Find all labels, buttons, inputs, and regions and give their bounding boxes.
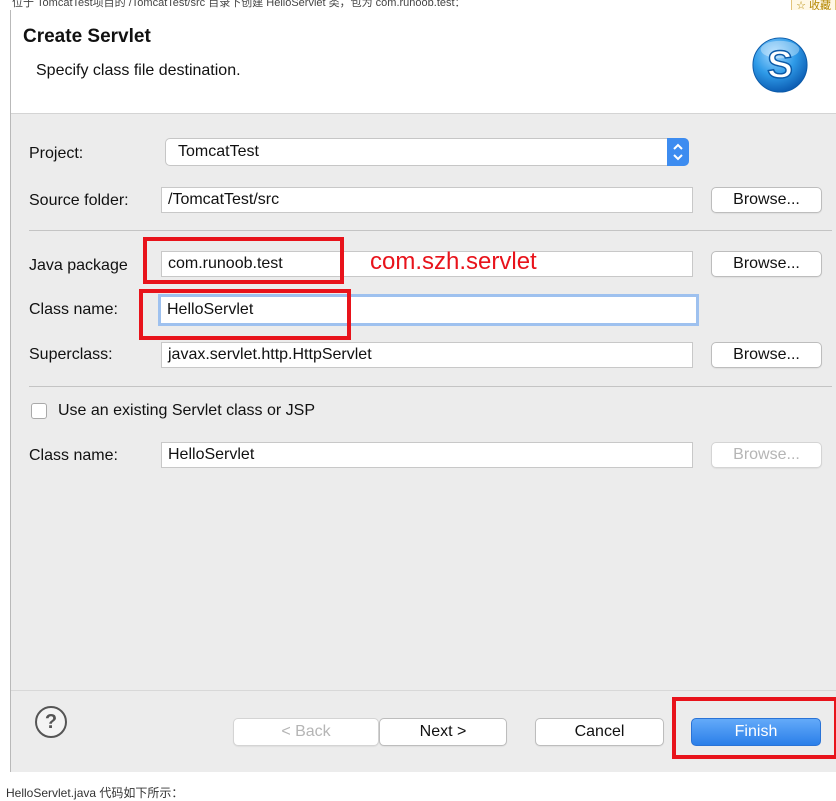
existing-class-name-label: Class name: <box>29 447 118 464</box>
back-button[interactable]: < Back <box>233 718 379 746</box>
superclass-field[interactable]: javax.servlet.http.HttpServlet <box>161 342 693 368</box>
existing-class-browse-button[interactable]: Browse... <box>711 442 822 468</box>
dialog-title: Create Servlet <box>23 26 151 47</box>
favorite-badge[interactable]: ☆ 收藏 <box>791 0 836 10</box>
cancel-button[interactable]: Cancel <box>535 718 664 746</box>
superclass-label: Superclass: <box>29 346 113 363</box>
class-name-label: Class name: <box>29 301 118 318</box>
footer-separator <box>11 690 836 691</box>
footer-caption: HelloServlet.java 代码如下所示： <box>6 786 184 800</box>
existing-servlet-checkbox[interactable] <box>31 403 47 419</box>
separator <box>29 230 832 231</box>
highlight-box-class-name <box>139 289 351 340</box>
project-select-value: TomcatTest <box>178 143 259 160</box>
annotation-suggested-package: com.szh.servlet <box>370 248 537 275</box>
java-package-label: Java package <box>29 257 128 274</box>
project-label: Project: <box>29 145 84 162</box>
highlight-box-finish <box>672 697 836 759</box>
highlight-box-package <box>143 237 344 284</box>
svg-text:S: S <box>767 44 793 87</box>
java-package-browse-button[interactable]: Browse... <box>711 251 822 277</box>
source-folder-browse-button[interactable]: Browse... <box>711 187 822 213</box>
superclass-browse-button[interactable]: Browse... <box>711 342 822 368</box>
servlet-s-logo-icon: S <box>752 37 808 93</box>
next-button[interactable]: Next > <box>379 718 507 746</box>
existing-servlet-label: Use an existing Servlet class or JSP <box>58 402 315 419</box>
existing-class-name-field[interactable]: HelloServlet <box>161 442 693 468</box>
dialog-header: Create Servlet Specify class file destin… <box>11 10 836 114</box>
separator <box>29 386 832 387</box>
project-select[interactable]: TomcatTest <box>165 138 689 166</box>
select-stepper-icon <box>667 138 689 166</box>
create-servlet-dialog: Create Servlet Specify class file destin… <box>10 10 836 772</box>
help-icon[interactable]: ? <box>35 706 67 738</box>
instruction-text: 位于 TomcatTest项目的 /TomcatTest/src 目录下创建 H… <box>12 0 466 9</box>
dialog-subtitle: Specify class file destination. <box>36 62 241 79</box>
page-context-strip: 位于 TomcatTest项目的 /TomcatTest/src 目录下创建 H… <box>0 0 836 10</box>
source-folder-label: Source folder: <box>29 192 129 209</box>
source-folder-field[interactable]: /TomcatTest/src <box>161 187 693 213</box>
